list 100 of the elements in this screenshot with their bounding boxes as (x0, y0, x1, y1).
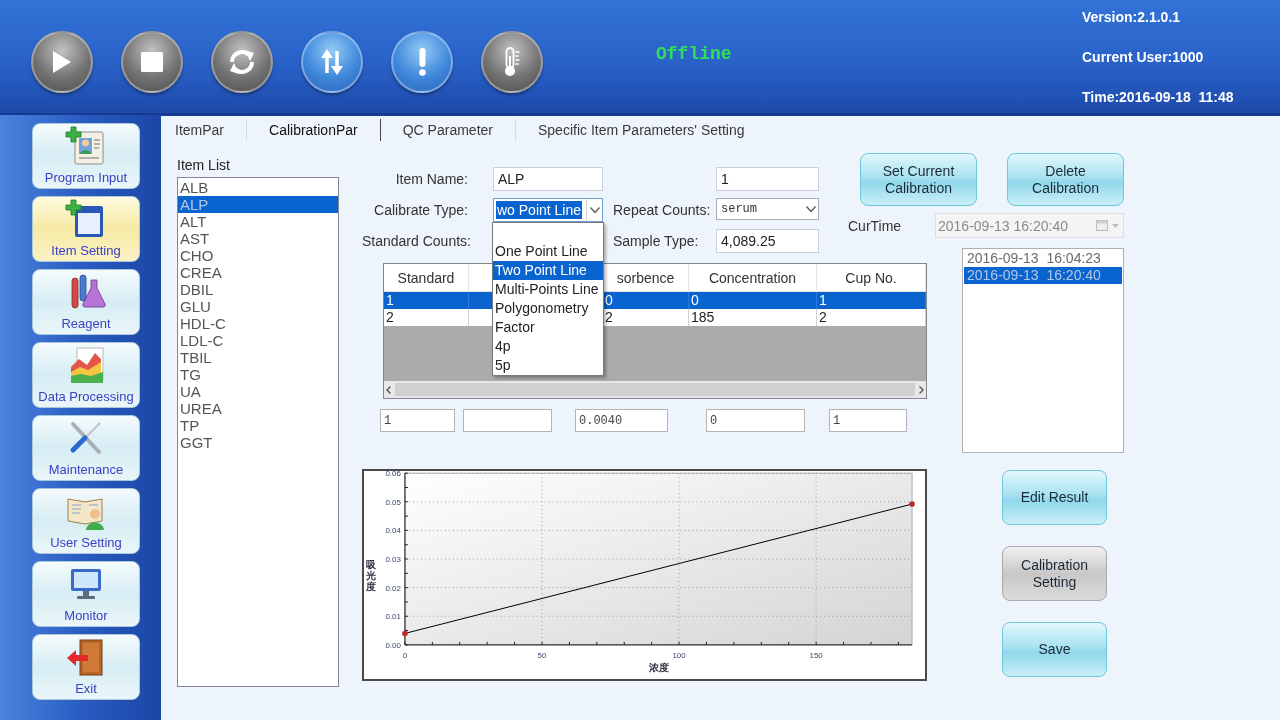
tick-label: 50 (537, 650, 547, 660)
tick-label: 0.02 (385, 583, 401, 593)
play-icon (53, 50, 71, 73)
nav-button[interactable]: Maintenance (32, 415, 140, 481)
nav-button[interactable]: Program Input (32, 123, 140, 189)
list-item[interactable]: HDL-C (178, 315, 338, 332)
calibration-button[interactable]: Delete Calibration (1007, 153, 1124, 206)
current-user-text: Current User:1000 (1082, 49, 1205, 65)
list-item[interactable]: ALT (178, 213, 338, 230)
exclamation-icon (418, 47, 426, 76)
list-title: Item List (177, 157, 231, 175)
connection-status: Offline (656, 44, 732, 64)
sample-type-input[interactable]: 4,089.25 (716, 229, 819, 253)
repeat-counts-select[interactable]: serum (716, 198, 819, 220)
tick-label: 0.06 (385, 471, 401, 479)
table-cell[interactable]: 0 (689, 292, 817, 309)
table-cell[interactable]: 2 (384, 309, 469, 326)
field-label: Repeat Counts: (613, 202, 712, 218)
dropdown-option[interactable]: One Point Line (493, 242, 603, 261)
dropdown-option[interactable]: Factor (493, 318, 603, 337)
nav-button[interactable]: Exit (32, 634, 140, 700)
thermometer-icon (504, 47, 520, 76)
table-cell[interactable]: 0 (603, 292, 689, 309)
field-label: Sample Type: (613, 233, 700, 249)
scrollbar-thumb[interactable] (395, 383, 915, 396)
list-item[interactable]: CREA (178, 264, 338, 281)
action-button[interactable]: Calibration Setting (1002, 546, 1107, 601)
input-field[interactable] (463, 409, 552, 432)
input-field[interactable]: 0.0040 (575, 409, 668, 432)
nav-button[interactable]: Data Processing (32, 342, 140, 408)
alert-button[interactable] (391, 30, 453, 93)
tab[interactable]: Specific Item Parameters' Setting (516, 118, 767, 141)
up-down-arrows-icon (321, 48, 343, 75)
tick-label: 150 (809, 650, 823, 660)
caret-icon (805, 206, 816, 212)
stop-icon (141, 51, 163, 72)
column-header: Cup No. (817, 264, 926, 291)
action-button[interactable]: Save (1002, 622, 1107, 677)
list-item[interactable]: UA (178, 383, 338, 400)
list-item[interactable]: AST (178, 230, 338, 247)
play-button[interactable] (31, 30, 93, 93)
field-label: Item Name: (394, 171, 469, 187)
column-header: sorbence (603, 264, 689, 291)
axis-title: 吸光度 (366, 558, 377, 592)
point-marker-icon (402, 630, 408, 637)
field-label: Standard Counts: (362, 233, 472, 249)
table-cell[interactable]: 2 (603, 309, 689, 326)
axis-title: 浓度 (648, 661, 669, 673)
tab[interactable]: CalibrationPar (247, 118, 381, 141)
action-button[interactable]: Edit Result (1002, 470, 1107, 525)
horizontal-scrollbar[interactable] (384, 381, 926, 398)
list-item[interactable]: UREA (178, 400, 338, 417)
dropdown-option[interactable]: Polygonometry (493, 299, 603, 318)
input-field[interactable]: 0 (706, 409, 805, 432)
input-field[interactable]: 1 (716, 167, 819, 191)
table-cell[interactable]: 1 (817, 292, 926, 309)
tab[interactable]: ItemPar (163, 118, 247, 141)
dropdown-option[interactable]: 4p (493, 337, 603, 356)
list-item[interactable]: 2016-09-13 16:04:23 (964, 250, 1122, 267)
list-item[interactable]: TBIL (178, 349, 338, 366)
list-item[interactable]: LDL-C (178, 332, 338, 349)
version-text: Version:2.1.0.1 (1082, 9, 1182, 25)
tick-label: 0.05 (385, 497, 401, 507)
list-item[interactable]: GLU (178, 298, 338, 315)
nav-button[interactable]: Monitor (32, 561, 140, 627)
list-item[interactable]: TP (178, 417, 338, 434)
item-name-input[interactable]: ALP (493, 167, 603, 191)
id-card-icon (65, 126, 107, 166)
nav-button[interactable]: Reagent (32, 269, 140, 335)
tab[interactable]: QC Parameter (380, 118, 516, 141)
chevron-left-icon[interactable] (386, 385, 391, 394)
point-marker-icon (909, 501, 915, 507)
list-item[interactable]: TG (178, 366, 338, 383)
input-field[interactable]: 1 (380, 409, 455, 432)
dropdown-option[interactable]: Multi-Points Line (493, 280, 603, 299)
calibrate-type-select[interactable]: wo Point Line (493, 198, 603, 222)
caret-icon (589, 207, 600, 213)
refresh-button[interactable] (211, 30, 273, 93)
list-item[interactable]: CHO (178, 247, 338, 264)
table-cell[interactable]: 2 (817, 309, 926, 326)
column-header: Standard (384, 264, 469, 291)
table-cell[interactable]: 185 (689, 309, 817, 326)
thermometer-button[interactable] (481, 30, 543, 93)
list-item[interactable]: DBIL (178, 281, 338, 298)
stop-button[interactable] (121, 30, 183, 93)
tick-label: 0.04 (385, 526, 401, 536)
list-item[interactable]: GGT (178, 434, 338, 451)
nav-button[interactable]: Item Setting (32, 196, 140, 262)
table-cell[interactable]: 1 (384, 292, 469, 309)
nav-button[interactable]: User Setting (32, 488, 140, 554)
tick-label: 0.00 (385, 640, 401, 650)
input-field[interactable]: 1 (829, 409, 907, 432)
list-item[interactable]: ALB (178, 179, 338, 196)
chevron-right-icon[interactable] (919, 385, 924, 394)
dropdown-option[interactable]: Two Point Line (493, 261, 603, 280)
calibration-button[interactable]: Set Current Calibration (860, 153, 977, 206)
transfer-button[interactable] (301, 30, 363, 93)
dropdown-option[interactable]: 5p (493, 356, 603, 375)
caret-icon (1112, 223, 1119, 228)
calendar-icon (1096, 220, 1108, 231)
